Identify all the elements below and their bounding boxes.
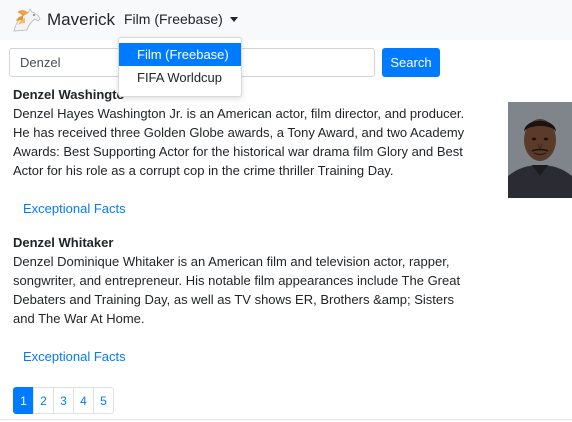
- navbar: Maverick Film (Freebase): [0, 0, 572, 40]
- bottom-divider: [0, 419, 572, 420]
- exceptional-facts-link[interactable]: Exceptional Facts: [23, 348, 465, 365]
- result-name: Denzel Whitaker: [13, 235, 114, 250]
- brand-link[interactable]: Maverick: [11, 6, 115, 34]
- dropdown-item-film-freebase[interactable]: Film (Freebase): [119, 43, 241, 66]
- page-link-1[interactable]: 1: [13, 387, 34, 414]
- page-link-3[interactable]: 3: [53, 387, 74, 414]
- result-portrait-image: [508, 102, 572, 198]
- result-item: Denzel Washingto Denzel Hayes Washington…: [13, 86, 465, 217]
- dataset-dropdown-label: Film (Freebase): [124, 11, 223, 27]
- exceptional-facts-link[interactable]: Exceptional Facts: [23, 200, 465, 217]
- dropdown-item-fifa-worldcup[interactable]: FIFA Worldcup: [119, 66, 241, 89]
- page-link-4[interactable]: 4: [73, 387, 94, 414]
- page-link-5[interactable]: 5: [93, 387, 114, 414]
- result-item: Denzel Whitaker Denzel Dominique Whitake…: [13, 234, 465, 365]
- brand-name: Maverick: [47, 10, 116, 29]
- caret-down-icon: [229, 16, 238, 22]
- horse-logo-icon: [13, 8, 41, 32]
- search-button[interactable]: Search: [382, 48, 440, 77]
- result-description: Denzel Dominique Whitaker is an American…: [13, 254, 461, 326]
- portrait-image: [508, 102, 572, 198]
- dataset-dropdown-menu: Film (Freebase) FIFA Worldcup: [118, 37, 242, 97]
- page-link-2[interactable]: 2: [33, 387, 54, 414]
- result-description: Denzel Hayes Washington Jr. is an Americ…: [13, 106, 465, 178]
- dataset-dropdown-toggle[interactable]: Film (Freebase): [124, 11, 238, 27]
- pagination: 1 2 3 4 5: [13, 387, 114, 414]
